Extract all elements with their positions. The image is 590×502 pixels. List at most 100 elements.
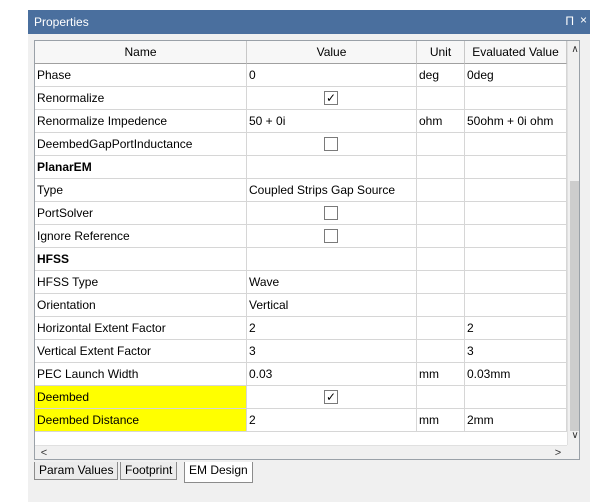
scroll-down-icon[interactable]: ∨ <box>568 429 579 443</box>
property-name: PlanarEM <box>35 156 247 179</box>
property-name: HFSS <box>35 248 247 271</box>
scroll-right-icon[interactable]: > <box>551 446 565 459</box>
property-name: Horizontal Extent Factor <box>35 317 247 340</box>
property-unit <box>417 386 465 409</box>
property-unit <box>417 87 465 110</box>
property-name: Type <box>35 179 247 202</box>
property-row[interactable]: PEC Launch Width 0.03 mm 0.03mm <box>35 363 567 386</box>
property-value-cell[interactable]: ✓ <box>247 87 417 110</box>
property-name: DeembedGapPortInductance <box>35 133 247 156</box>
scroll-thumb[interactable] <box>570 181 579 431</box>
property-unit <box>417 225 465 248</box>
property-unit <box>417 317 465 340</box>
property-evaluated-value: 2mm <box>465 409 567 432</box>
property-checkbox[interactable]: ✓ <box>324 91 338 105</box>
column-header-evaluated-value[interactable]: Evaluated Value <box>465 41 567 64</box>
property-value[interactable]: 0.03 <box>247 363 417 386</box>
property-row[interactable]: PortSolver <box>35 202 567 225</box>
property-row[interactable]: DeembedGapPortInductance <box>35 133 567 156</box>
property-row[interactable]: Renormalize Impedence 50 + 0i ohm 50ohm + 0… <box>35 110 567 133</box>
property-unit: mm <box>417 409 465 432</box>
property-row[interactable]: Orientation Vertical <box>35 294 567 317</box>
property-unit <box>417 133 465 156</box>
scroll-left-icon[interactable]: < <box>37 446 51 459</box>
property-unit: deg <box>417 64 465 87</box>
property-value[interactable]: Wave <box>247 271 417 294</box>
property-unit <box>417 156 465 179</box>
property-value[interactable]: 0 <box>247 64 417 87</box>
title-bar: Properties Π × <box>28 10 590 34</box>
property-evaluated-value: 50ohm + 0i ohm <box>465 110 567 133</box>
property-value[interactable]: Coupled Strips Gap Source <box>247 179 417 202</box>
property-evaluated-value <box>465 225 567 248</box>
property-evaluated-value <box>465 133 567 156</box>
property-name: Deembed <box>35 386 247 409</box>
property-unit <box>417 248 465 271</box>
property-unit <box>417 202 465 225</box>
grid-header: Name Value Unit Evaluated Value <box>35 41 579 64</box>
property-value[interactable] <box>247 156 417 179</box>
scroll-up-icon[interactable]: ∧ <box>568 43 579 57</box>
tab-footprint[interactable]: Footprint <box>120 462 178 480</box>
property-value[interactable]: 3 <box>247 340 417 363</box>
property-evaluated-value: 0deg <box>465 64 567 87</box>
property-evaluated-value: 3 <box>465 340 567 363</box>
section-row[interactable]: HFSS <box>35 248 567 271</box>
horizontal-scrollbar[interactable]: < > <box>35 445 567 459</box>
tab-param-values[interactable]: Param Values <box>34 462 119 480</box>
property-name: HFSS Type <box>35 271 247 294</box>
property-unit <box>417 179 465 202</box>
property-unit <box>417 294 465 317</box>
property-evaluated-value <box>465 179 567 202</box>
property-value-cell[interactable] <box>247 225 417 248</box>
property-evaluated-value <box>465 87 567 110</box>
property-value-cell[interactable]: ✓ <box>247 386 417 409</box>
property-row[interactable]: Deembed ✓ <box>35 386 567 409</box>
property-unit <box>417 340 465 363</box>
property-name: PortSolver <box>35 202 247 225</box>
property-evaluated-value <box>465 294 567 317</box>
property-value[interactable] <box>247 248 417 271</box>
property-row[interactable]: Renormalize ✓ <box>35 87 567 110</box>
property-name: Renormalize Impedence <box>35 110 247 133</box>
close-icon[interactable]: × <box>580 13 587 27</box>
property-row[interactable]: Phase 0 deg 0deg <box>35 64 567 87</box>
pin-icon[interactable]: Π <box>565 14 574 28</box>
property-checkbox[interactable] <box>324 206 338 220</box>
property-checkbox[interactable] <box>324 229 338 243</box>
property-row[interactable]: Vertical Extent Factor 3 3 <box>35 340 567 363</box>
property-name: Phase <box>35 64 247 87</box>
property-name: Orientation <box>35 294 247 317</box>
column-header-name[interactable]: Name <box>35 41 247 64</box>
property-row[interactable]: Horizontal Extent Factor 2 2 <box>35 317 567 340</box>
vertical-scrollbar[interactable]: ∧ ∨ <box>567 41 579 445</box>
properties-grid: Name Value Unit Evaluated Value Phase 0 de… <box>34 40 580 460</box>
property-row[interactable]: Type Coupled Strips Gap Source <box>35 179 567 202</box>
property-checkbox[interactable]: ✓ <box>324 390 338 404</box>
property-unit: ohm <box>417 110 465 133</box>
property-name: Vertical Extent Factor <box>35 340 247 363</box>
property-evaluated-value <box>465 386 567 409</box>
property-evaluated-value <box>465 156 567 179</box>
property-value[interactable]: 50 + 0i <box>247 110 417 133</box>
column-header-unit[interactable]: Unit <box>417 41 465 64</box>
property-value-cell[interactable] <box>247 202 417 225</box>
property-row[interactable]: Ignore Reference <box>35 225 567 248</box>
property-checkbox[interactable] <box>324 137 338 151</box>
property-row[interactable]: HFSS Type Wave <box>35 271 567 294</box>
tab-em-design[interactable]: EM Design <box>184 462 253 483</box>
property-value[interactable]: 2 <box>247 409 417 432</box>
property-value-cell[interactable] <box>247 133 417 156</box>
panel-title: Properties <box>34 15 89 29</box>
property-name: Deembed Distance <box>35 409 247 432</box>
property-evaluated-value: 2 <box>465 317 567 340</box>
property-row[interactable]: Deembed Distance 2 mm 2mm <box>35 409 567 432</box>
section-row[interactable]: PlanarEM <box>35 156 567 179</box>
property-name: PEC Launch Width <box>35 363 247 386</box>
property-name: Renormalize <box>35 87 247 110</box>
column-header-value[interactable]: Value <box>247 41 417 64</box>
property-value[interactable]: 2 <box>247 317 417 340</box>
scrollbar-corner <box>567 445 579 459</box>
property-value[interactable]: Vertical <box>247 294 417 317</box>
property-evaluated-value <box>465 202 567 225</box>
